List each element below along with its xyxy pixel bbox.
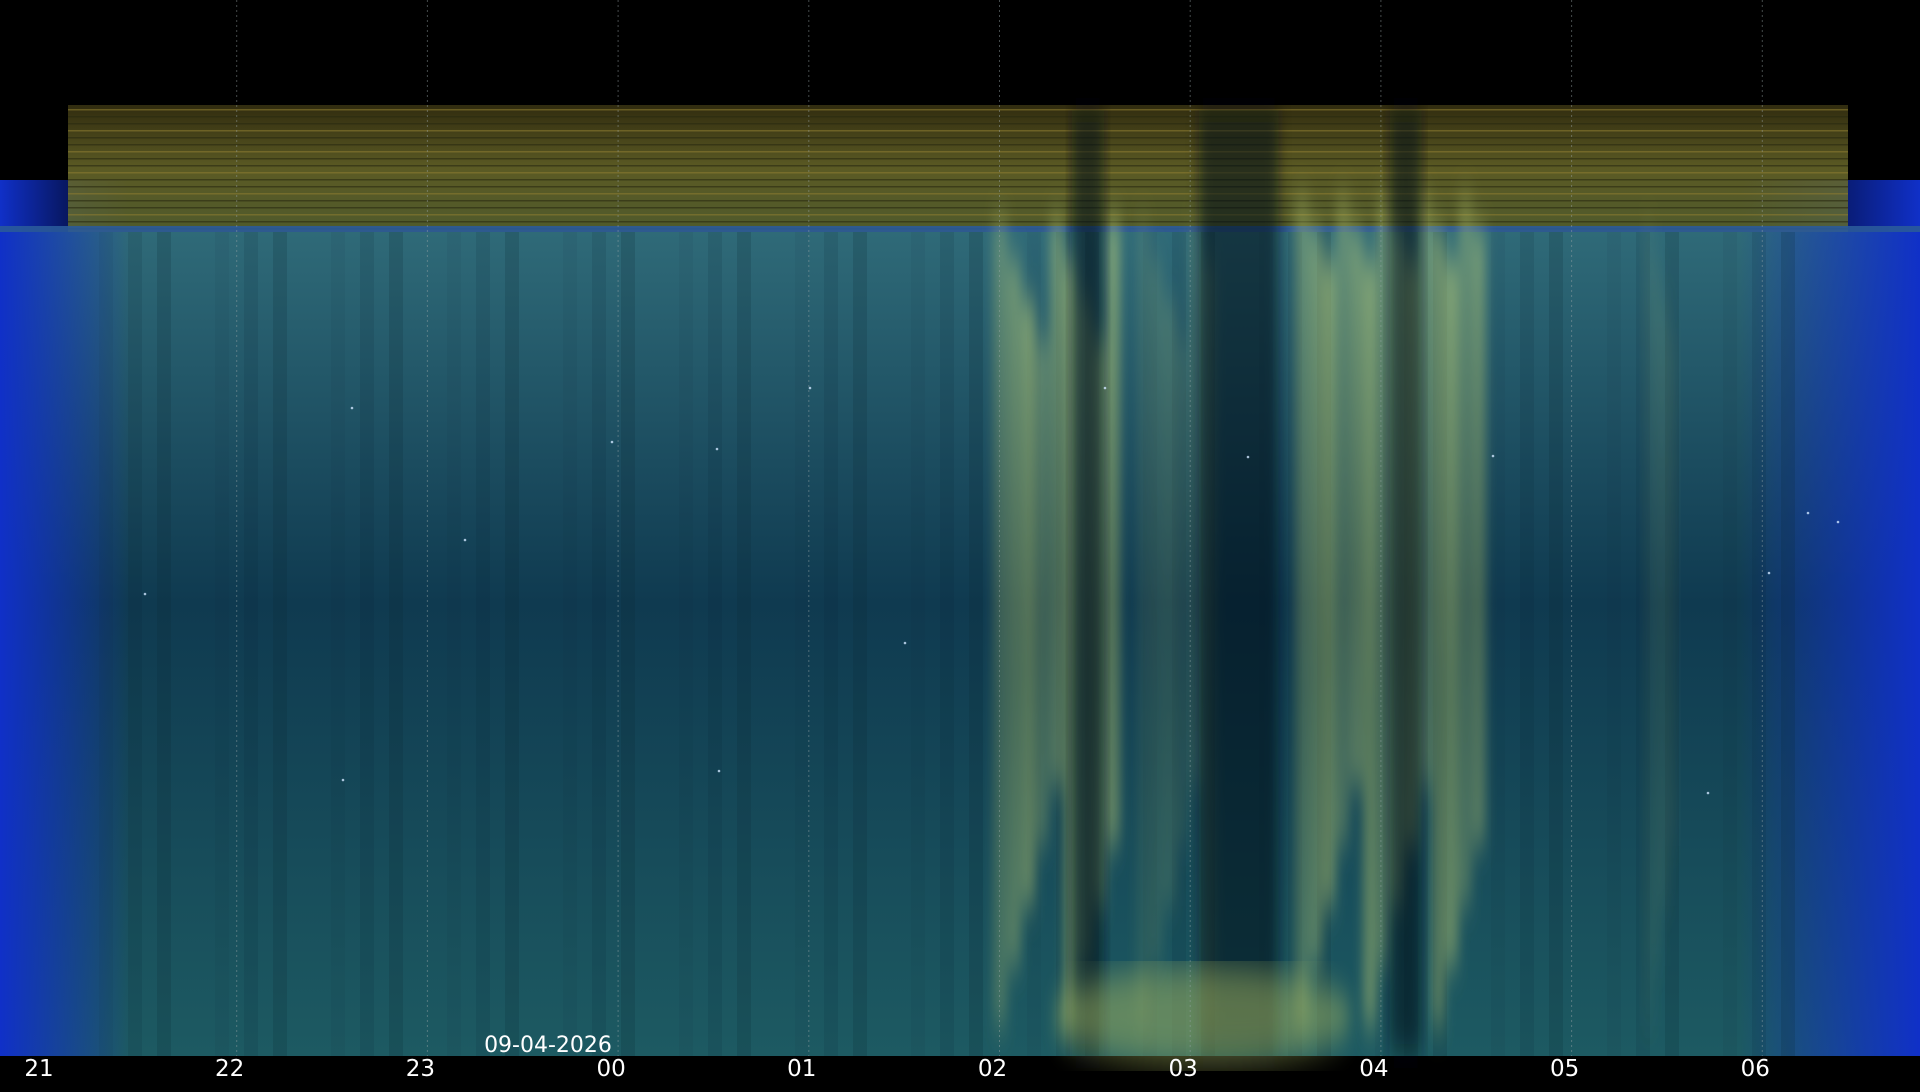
sky-column (1549, 232, 1563, 1056)
sky-column (505, 232, 519, 1056)
band-stripe (68, 193, 1848, 195)
sky-column (940, 232, 954, 1056)
sky-column (853, 232, 867, 1056)
star (143, 592, 147, 596)
star (1491, 454, 1495, 458)
band-stripe (68, 130, 1848, 132)
sky-column (331, 232, 345, 1056)
star (1767, 571, 1771, 575)
sky-column (1723, 232, 1737, 1056)
x-tick-label: 03 (1169, 1056, 1198, 1082)
keogram-chart: 21 22 23 00 01 02 03 04 05 06 09-04-2026 (0, 0, 1920, 1082)
sky-column (1607, 232, 1621, 1056)
band-stripe (68, 116, 1848, 118)
x-tick-label: 23 (406, 1056, 435, 1082)
sky-background (0, 105, 1920, 1056)
band-stripe (68, 158, 1848, 160)
dark-gap (1389, 110, 1422, 1056)
x-tick-label: 05 (1550, 1056, 1579, 1082)
star (808, 386, 812, 390)
sky-column (389, 232, 403, 1056)
sky-column (563, 232, 577, 1056)
star (1806, 511, 1810, 515)
sky-body (0, 232, 1920, 1056)
horizon-line (0, 226, 1920, 232)
sky-column (360, 232, 374, 1056)
sky-column (621, 232, 635, 1056)
sky-column (128, 232, 142, 1056)
x-axis-labels: 21 22 23 00 01 02 03 04 05 06 (24, 1056, 1770, 1082)
aurora-glow (1052, 966, 1353, 1066)
x-tick-label: 06 (1741, 1056, 1770, 1082)
star (903, 641, 907, 645)
band-stripe (68, 179, 1848, 181)
dark-gap (1071, 110, 1104, 1056)
twilight-right (1740, 180, 1920, 1056)
band-stripe (68, 200, 1848, 202)
star (350, 406, 354, 410)
sky-column (795, 232, 809, 1056)
sky-column (215, 232, 229, 1056)
star (1246, 455, 1250, 459)
sky-column (1781, 232, 1795, 1056)
band-stripe (68, 109, 1848, 111)
star (1103, 386, 1107, 390)
band-stripe (68, 207, 1848, 209)
band-stripe (68, 144, 1848, 146)
x-tick-label: 21 (24, 1056, 53, 1082)
band-stripe (68, 123, 1848, 125)
band-stripe (68, 172, 1848, 174)
star (610, 440, 614, 444)
band-stripe (68, 214, 1848, 216)
sky-column (1752, 232, 1766, 1056)
sky-column (969, 232, 983, 1056)
x-tick-label: 00 (596, 1056, 625, 1082)
star (715, 447, 719, 451)
band-stripe (68, 151, 1848, 153)
star (717, 769, 721, 773)
x-tick-label: 04 (1359, 1056, 1388, 1082)
star (1706, 791, 1710, 795)
sky-column (244, 232, 258, 1056)
sky-column (592, 232, 606, 1056)
x-tick-label: 22 (215, 1056, 244, 1082)
band-stripe (68, 165, 1848, 167)
band-stripe (68, 137, 1848, 139)
band-stripe (68, 186, 1848, 188)
sky-column (1520, 232, 1534, 1056)
dark-gap (1199, 110, 1279, 1056)
date-label: 09-04-2026 (484, 1033, 612, 1058)
sky-column (476, 232, 490, 1056)
sky-column (708, 232, 722, 1056)
x-tick-label: 02 (978, 1056, 1007, 1082)
sky-column (824, 232, 838, 1056)
star (463, 538, 467, 542)
sky-column (737, 232, 751, 1056)
sky-column (99, 232, 113, 1056)
sky-column (1491, 232, 1505, 1056)
sky-column (679, 232, 693, 1056)
sky-column (157, 232, 171, 1056)
sky-column (273, 232, 287, 1056)
star (341, 778, 345, 782)
band-stripe (68, 221, 1848, 223)
star (1836, 520, 1840, 524)
sky-column (447, 232, 461, 1056)
sky-column (911, 232, 925, 1056)
x-tick-label: 01 (787, 1056, 816, 1082)
